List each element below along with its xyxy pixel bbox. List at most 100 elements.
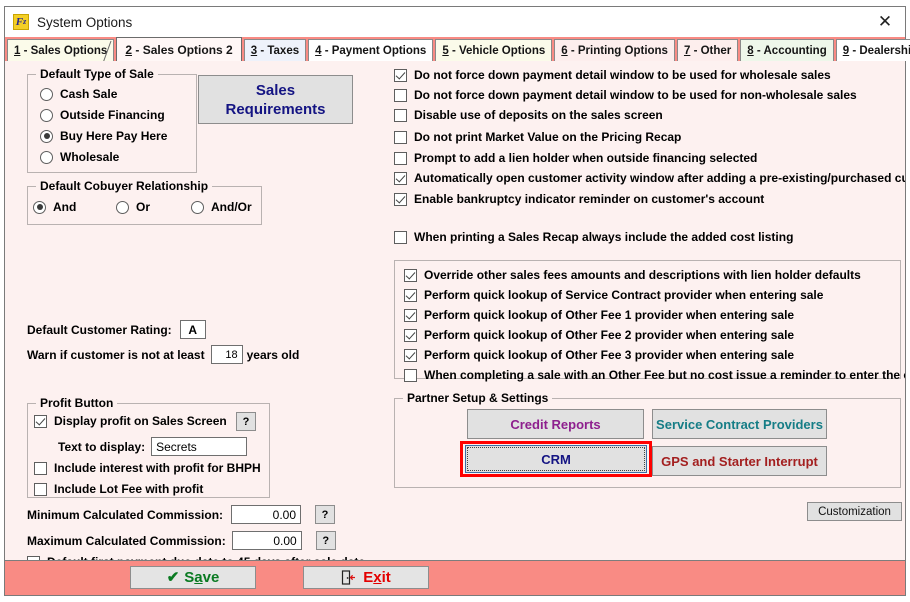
tab-accel-5: 5 [442, 44, 449, 57]
checkbox-lookup-service-contract[interactable]: Perform quick lookup of Service Contract… [404, 288, 823, 302]
checkbox-checked-icon [394, 171, 407, 185]
close-icon[interactable]: ✕ [871, 10, 899, 34]
display-profit-help-button[interactable]: ? [236, 412, 256, 431]
text-to-display-input[interactable]: Secrets [151, 437, 248, 456]
checkbox-label-6: Enable bankruptcy indicator reminder on … [414, 192, 765, 206]
service-contract-providers-button[interactable]: Service Contract Providers [652, 409, 827, 439]
tab-sales-options[interactable]: 1 - Sales Options [7, 39, 115, 61]
profit-button-group: Profit Button Display profit on Sales Sc… [27, 396, 270, 498]
checkbox-no-print-market-value[interactable]: Do not print Market Value on the Pricing… [394, 130, 681, 144]
checkbox-icon [394, 108, 407, 122]
checkbox-label-include-interest: Include interest with profit for BHPH [54, 461, 261, 475]
tab-dealership-information[interactable]: 9 - Dealership Information [835, 39, 910, 61]
gps-and-starter-interrupt-button[interactable]: GPS and Starter Interrupt [652, 446, 827, 476]
text-to-display-label: Text to display: [58, 439, 146, 454]
sales-requirements-button[interactable]: Sales Requirements [198, 75, 353, 124]
radio-label-cash-sale: Cash Sale [60, 87, 118, 101]
radio-buy-here-pay-here[interactable]: Buy Here Pay Here [40, 129, 167, 143]
checkbox-checked-icon [34, 414, 47, 428]
tab-vehicle-options[interactable]: 5 - Vehicle Options [435, 39, 553, 61]
checkbox-checked-icon [404, 308, 417, 322]
tab-label-6: - Printing Options [570, 44, 668, 57]
tab-accel-4: 4 [315, 44, 322, 57]
radio-cash-sale[interactable]: Cash Sale [40, 87, 117, 101]
radio-wholesale[interactable]: Wholesale [40, 150, 119, 164]
credit-reports-button[interactable]: Credit Reports [467, 409, 644, 439]
radio-label-wholesale: Wholesale [60, 150, 120, 164]
default-cobuyer-relationship-group: Default Cobuyer Relationship And Or And/… [27, 179, 262, 225]
tab-sales-options-2[interactable]: 2 - Sales Options 2 [116, 37, 242, 61]
lookup-label-2: Perform quick lookup of Other Fee 1 prov… [424, 308, 795, 322]
checkbox-auto-open-customer-activity[interactable]: Automatically open customer activity win… [394, 171, 905, 185]
checkbox-checked-icon [394, 192, 407, 206]
checkbox-icon [34, 461, 47, 475]
save-button[interactable]: ✔ Save [130, 566, 256, 589]
exit-button[interactable]: Exit [303, 566, 429, 589]
tab-other[interactable]: 7 - Other [676, 39, 739, 61]
default-type-of-sale-group: Default Type of Sale Cash Sale Outside F… [27, 67, 197, 173]
checkbox-override-sales-fees[interactable]: Override other sales fees amounts and de… [404, 268, 861, 282]
sales-requirements-line-2: Requirements [225, 100, 326, 118]
maximum-commission-label: Maximum Calculated Commission: [27, 533, 226, 548]
minimum-commission-label: Minimum Calculated Commission: [27, 507, 224, 522]
checkbox-include-lot-fee[interactable]: Include Lot Fee with profit [34, 482, 203, 496]
lookup-label-5: When completing a sale with an Other Fee… [424, 368, 905, 382]
tab-accounting[interactable]: 8 - Accounting [740, 39, 834, 61]
warn-age-row: Warn if customer is not at least 18 year… [27, 345, 299, 364]
maximum-commission-help-button[interactable]: ? [315, 531, 336, 550]
default-type-of-sale-legend: Default Type of Sale [36, 67, 158, 81]
checkbox-enable-bankruptcy-reminder[interactable]: Enable bankruptcy indicator reminder on … [394, 192, 764, 206]
radio-circle-icon [116, 200, 129, 214]
checkbox-no-force-down-payment-non-wholesale[interactable]: Do not force down payment detail window … [394, 88, 857, 102]
lookup-label-0: Override other sales fees amounts and de… [424, 268, 861, 282]
tab-taxes[interactable]: 3 - Taxes [243, 39, 307, 61]
radio-label-outside-financing: Outside Financing [60, 108, 165, 122]
checkbox-label-3: Do not print Market Value on the Pricing… [414, 130, 682, 144]
checkbox-disable-deposits[interactable]: Disable use of deposits on the sales scr… [394, 108, 663, 122]
tab-payment-options[interactable]: 4 - Payment Options [308, 39, 434, 61]
exit-door-icon [341, 570, 356, 585]
fz-logo-icon: Fz [13, 14, 29, 30]
checkbox-other-fee-no-cost-reminder[interactable]: When completing a sale with an Other Fee… [404, 368, 905, 382]
customization-button[interactable]: Customization [807, 502, 902, 521]
checkbox-prompt-lien-holder[interactable]: Prompt to add a lien holder when outside… [394, 151, 757, 165]
tab-content-sales-options-2: Default Type of Sale Cash Sale Outside F… [5, 61, 905, 560]
checkbox-checked-icon [404, 348, 417, 362]
tab-label-9: - Dealership Information [852, 44, 910, 57]
checkbox-lookup-other-fee-2[interactable]: Perform quick lookup of Other Fee 2 prov… [404, 328, 794, 342]
checkbox-lookup-other-fee-1[interactable]: Perform quick lookup of Other Fee 1 prov… [404, 308, 794, 322]
checkbox-checked-icon [404, 288, 417, 302]
checkbox-label-include-lot-fee: Include Lot Fee with profit [54, 482, 204, 496]
radio-cobuyer-and-or[interactable]: And/Or [191, 200, 252, 214]
lookup-label-4: Perform quick lookup of Other Fee 3 prov… [424, 348, 795, 362]
checkbox-sales-recap-added-cost-listing[interactable]: When printing a Sales Recap always inclu… [394, 230, 793, 244]
radio-circle-selected-icon [40, 129, 53, 143]
tab-label-3: - Taxes [260, 44, 300, 57]
tab-printing-options[interactable]: 6 - Printing Options [554, 39, 675, 61]
checkbox-checked-icon [394, 68, 407, 82]
checkbox-icon [394, 230, 407, 244]
radio-cobuyer-or[interactable]: Or [116, 200, 150, 214]
text-to-display-row: Text to display: Secrets [58, 437, 248, 456]
tab-accel-1: 1 [14, 44, 21, 57]
checkbox-label-1: Do not force down payment detail window … [414, 88, 857, 102]
left-column: Default Type of Sale Cash Sale Outside F… [5, 61, 389, 560]
checkbox-include-interest-bhph[interactable]: Include interest with profit for BHPH [34, 461, 261, 475]
checkbox-icon [394, 88, 407, 102]
maximum-commission-input[interactable]: 0.00 [231, 531, 302, 550]
radio-cobuyer-and[interactable]: And [33, 200, 76, 214]
minimum-commission-input[interactable]: 0.00 [231, 505, 302, 524]
warn-age-prefix-label: Warn if customer is not at least [27, 347, 205, 362]
checkbox-display-profit-on-sales-screen[interactable]: Display profit on Sales Screen [34, 414, 227, 428]
warn-age-input[interactable]: 18 [210, 345, 243, 364]
crm-button[interactable]: CRM [465, 445, 647, 473]
minimum-commission-help-button[interactable]: ? [315, 505, 336, 524]
radio-outside-financing[interactable]: Outside Financing [40, 108, 165, 122]
checkbox-lookup-other-fee-3[interactable]: Perform quick lookup of Other Fee 3 prov… [404, 348, 794, 362]
checkbox-label-4: Prompt to add a lien holder when outside… [414, 151, 758, 165]
default-customer-rating-input[interactable]: A [179, 320, 206, 339]
radio-circle-selected-icon [33, 200, 46, 214]
radio-circle-icon [40, 87, 53, 101]
tab-label-8: - Accounting [756, 44, 827, 57]
checkbox-no-force-down-payment-wholesale[interactable]: Do not force down payment detail window … [394, 68, 831, 82]
